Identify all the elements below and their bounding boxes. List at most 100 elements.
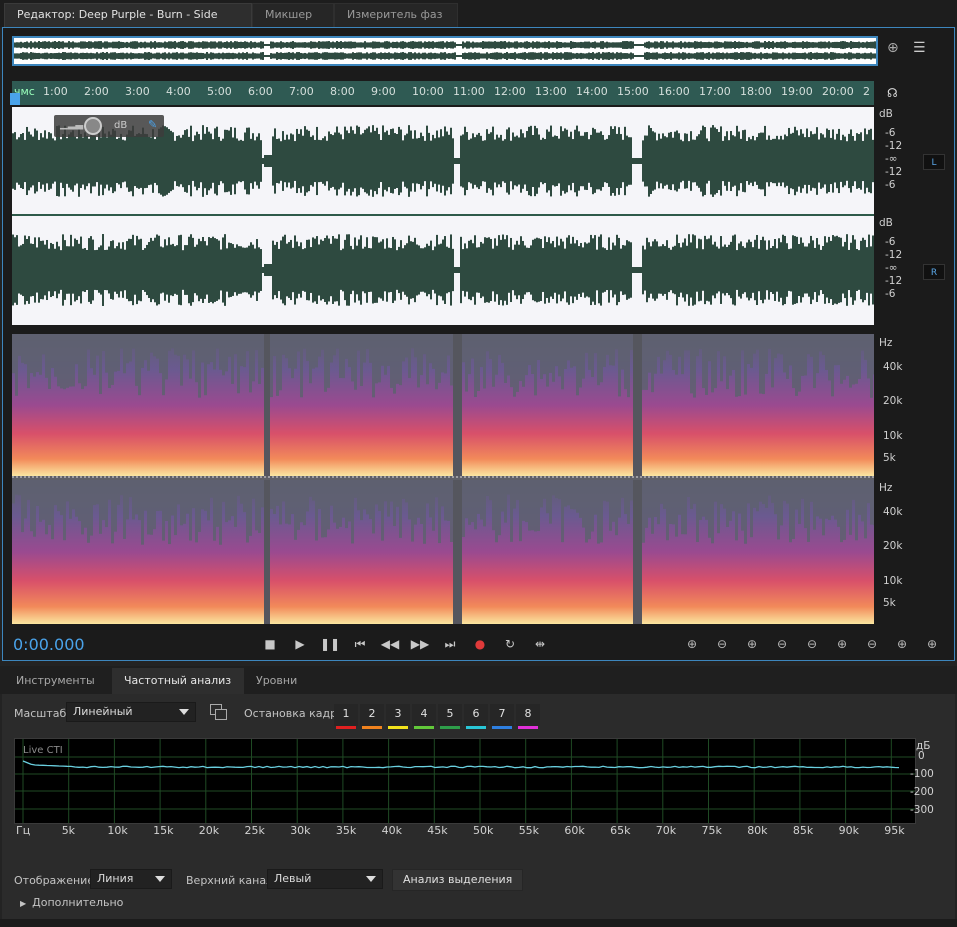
db-axis-label: -200 (910, 786, 934, 798)
rewind-button[interactable]: ◀◀ (379, 633, 401, 655)
zoom-selection-icon[interactable]: ⊕ (887, 40, 899, 56)
freq-axis-label: Гц (16, 824, 31, 837)
hz-unit-label: Hz (879, 337, 893, 349)
zoom-to-selection-icon[interactable]: ⊕ (919, 633, 945, 655)
zoom-out-point-icon[interactable]: ⊖ (859, 633, 885, 655)
waveform-display[interactable]: ▁▂▃ dB ✎ (12, 107, 874, 325)
spectral-svg (12, 334, 876, 626)
freeze-frame-button-8[interactable]: 8 (516, 704, 540, 729)
advanced-toggle[interactable]: ▶ Дополнительно (20, 896, 123, 909)
freq-axis-label: 20k (198, 824, 220, 837)
tab-phase-meter[interactable]: Измеритель фаз (334, 3, 458, 27)
pause-button[interactable]: ❚❚ (319, 633, 341, 655)
overview-navigator[interactable] (12, 36, 878, 66)
ruler-tick-label: 8:00 (330, 85, 355, 98)
record-button[interactable]: ● (469, 633, 491, 655)
scale-dropdown[interactable]: Линейный (66, 702, 196, 722)
display-dropdown[interactable]: Линия (90, 869, 172, 889)
freq-axis-label: 85k (792, 824, 814, 837)
analyze-selection-button[interactable]: Анализ выделения (392, 869, 524, 891)
freeze-frame-button-3[interactable]: 3 (386, 704, 410, 729)
ruler-tick-label: 7:00 (289, 85, 314, 98)
freeze-frame-button-6[interactable]: 6 (464, 704, 488, 729)
db-unit-label: dB (879, 217, 893, 229)
graph-title: Live CTI (23, 745, 63, 756)
db-tick-label: -12 (885, 140, 903, 152)
pin-icon[interactable]: ✎ (148, 118, 157, 131)
db-tick-label: -12 (885, 166, 903, 178)
hud-volume-control[interactable]: ▁▂▃ dB ✎ (54, 115, 164, 137)
zoom-in-amplitude-icon[interactable]: ⊕ (679, 633, 705, 655)
hud-db-label: dB (114, 120, 128, 131)
hz-tick-label: 5k (883, 452, 896, 464)
freq-axis-label: 10k (107, 824, 128, 837)
zoom-out-full-icon[interactable]: ⊖ (799, 633, 825, 655)
freeze-frame-button-2[interactable]: 2 (360, 704, 384, 729)
hz-tick-label: 5k (883, 597, 896, 609)
loop-button[interactable]: ↻ (499, 633, 521, 655)
skip-selection-button[interactable]: ⇹ (529, 633, 551, 655)
play-button[interactable]: ▶ (289, 633, 311, 655)
freeze-frame-label: 6 (472, 707, 480, 720)
freeze-frame-label: 8 (524, 707, 532, 720)
freeze-frame-color-bar (362, 726, 382, 729)
display-value: Линия (97, 872, 134, 885)
waveform-svg (12, 125, 874, 306)
freq-axis-label: 45k (427, 824, 448, 837)
zoom-in-point-icon[interactable]: ⊕ (829, 633, 855, 655)
skip-start-button[interactable]: ⏮ (349, 633, 371, 655)
ruler-tick-label: 2 (863, 85, 870, 98)
zoom-in-time-icon[interactable]: ⊕ (739, 633, 765, 655)
ruler-tick-label: 3:00 (125, 85, 150, 98)
freeze-frame-color-bar (492, 726, 512, 729)
ruler-tick-label: 17:00 (699, 85, 731, 98)
document-tab-bar: Редактор: Deep Purple - Burn - Side 1.wa… (0, 0, 957, 43)
db-axis-label: 0 (918, 750, 925, 762)
freeze-frame-button-5[interactable]: 5 (438, 704, 462, 729)
display-label: Отображение: (14, 874, 98, 887)
time-ruler[interactable]: чмс 1:00 2:00 3:00 4:00 5:00 6:00 7:00 8:00 9:00… (10, 81, 874, 105)
headphones-icon[interactable]: ☊ (887, 86, 898, 100)
freq-axis-label: 80k (747, 824, 768, 837)
tab-frequency-label: Частотный анализ (124, 674, 232, 687)
frequency-graph[interactable]: Live CTI (14, 738, 916, 824)
zoom-selection-icon-2[interactable]: ⊕ (889, 633, 915, 655)
playhead-marker[interactable] (10, 93, 20, 105)
freq-axis-label: 40k (381, 824, 402, 837)
channel-dropdown[interactable]: Левый (267, 869, 383, 889)
channel-label: Верхний канал: (186, 874, 277, 887)
volume-knob[interactable] (84, 117, 102, 135)
freeze-frame-color-bar (414, 726, 434, 729)
fast-forward-button[interactable]: ▶▶ (409, 633, 431, 655)
channel-right-badge[interactable]: R (923, 264, 945, 280)
copy-icon[interactable] (210, 704, 228, 720)
db-unit-label: dB (879, 108, 893, 120)
ruler-tick-label: 5:00 (207, 85, 232, 98)
zoom-out-time-icon[interactable]: ⊖ (769, 633, 795, 655)
tab-mixer[interactable]: Микшер (252, 3, 334, 27)
tab-editor[interactable]: Редактор: Deep Purple - Burn - Side 1.wa… (4, 3, 252, 43)
channel-left-badge[interactable]: L (923, 154, 945, 170)
freeze-frame-button-1[interactable]: 1 (334, 704, 358, 729)
tab-frequency-analysis[interactable]: Частотный анализ ☰ (112, 668, 244, 713)
db-tick-label: -∞ (885, 262, 898, 274)
scale-label: Масштаб: (14, 707, 70, 720)
freeze-frame-button-7[interactable]: 7 (490, 704, 514, 729)
freeze-frame-button-4[interactable]: 4 (412, 704, 436, 729)
stop-button[interactable]: ■ (259, 633, 281, 655)
freeze-frame-label: 3 (394, 707, 402, 720)
zoom-out-amplitude-icon[interactable]: ⊖ (709, 633, 735, 655)
tab-tools[interactable]: Инструменты (4, 668, 107, 694)
freeze-frame-label: Остановка кадра: (244, 707, 348, 720)
hz-tick-label: 10k (883, 575, 903, 587)
freq-axis-label: 55k (518, 824, 540, 837)
skip-end-button[interactable]: ⏭ (439, 633, 461, 655)
tab-levels[interactable]: Уровни (244, 668, 309, 694)
panel-menu-icon[interactable]: ☰ (913, 40, 926, 56)
timecode-display[interactable]: 0:00.000 (13, 635, 85, 654)
editor-panel: ⊕ ☰ чмс 1:00 2:00 3:00 4:00 5:00 6:00 7:00 8:00… (2, 27, 955, 661)
tab-mixer-label: Микшер (265, 8, 313, 21)
chevron-down-icon (179, 709, 189, 715)
ruler-tick-label: 6:00 (248, 85, 273, 98)
spectral-display[interactable] (12, 334, 876, 626)
